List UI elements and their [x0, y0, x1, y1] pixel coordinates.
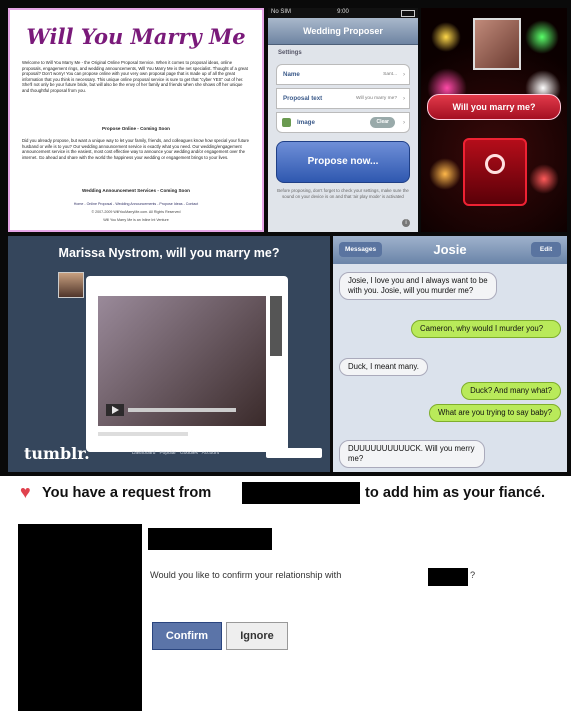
message-bubble: Cameron, why would I murder you? [411, 320, 561, 338]
video-post [86, 276, 288, 452]
name-row[interactable]: Name Sant... › [276, 64, 410, 85]
battery-icon [401, 10, 415, 17]
redacted-requester-name [148, 528, 272, 550]
image-row[interactable]: Image Clear › [276, 112, 410, 133]
confirm-question: Would you like to confirm your relations… [150, 570, 342, 580]
nav-dashboard[interactable]: Dashboard [132, 451, 155, 456]
play-icon[interactable] [106, 404, 124, 416]
message-bubble: What are you trying to say baby? [429, 404, 561, 422]
proposal-note: Before proposing, don't forget to check … [277, 188, 409, 199]
nav-goodies[interactable]: Goodies [180, 451, 198, 456]
fireworks-panel: Will you marry me? [421, 8, 567, 232]
announcement-heading: Wedding Announcement Services - Coming S… [82, 188, 190, 193]
image-icon [282, 118, 291, 127]
footer-links[interactable]: Home - Online Proposal - Wedding Announc… [10, 202, 262, 206]
clock: 9:00 [337, 9, 349, 15]
messages-nav: Messages Josie Edit [333, 236, 567, 264]
question-mark: ? [470, 570, 476, 580]
share-toolbar[interactable] [270, 296, 282, 356]
search-input[interactable] [266, 448, 322, 458]
messages-panel: Messages Josie Edit Josie, I love you an… [333, 236, 567, 472]
message-bubble: Duck? And many what? [461, 382, 561, 400]
video-progress-bar[interactable] [128, 408, 236, 412]
caption-text [98, 432, 188, 436]
chevron-right-icon: › [402, 95, 405, 102]
nav-title: Wedding Proposer [268, 18, 418, 45]
avatar[interactable] [58, 272, 84, 298]
heart-icon: ♥ [20, 482, 31, 502]
firework-icon [429, 158, 461, 190]
chevron-right-icon: › [402, 71, 405, 78]
chevron-right-icon: › [402, 119, 405, 126]
copyright: © 2007-2009 WillYouMarryMe.com. All Righ… [91, 210, 181, 214]
edit-button[interactable]: Edit [531, 242, 561, 257]
ring-box [463, 138, 527, 206]
request-suffix: to add him as your fiancé. [365, 485, 546, 501]
row-label: Proposal text [283, 95, 323, 102]
message-bubble: Duck, I meant many. [339, 358, 428, 376]
ring-icon [485, 154, 505, 174]
propose-online-heading: Propose Online - Coming Soon [102, 126, 170, 131]
announcement-paragraph: Did you already propose, but want a uniq… [22, 138, 250, 160]
ignore-button[interactable]: Ignore [226, 622, 288, 650]
row-value: Sant... [383, 72, 397, 77]
intro-paragraph: Welcome to Will You Marry Me - the Origi… [22, 60, 248, 93]
row-label: Image [297, 119, 315, 126]
proposal-text-row[interactable]: Proposal text Will you marry me? › [276, 88, 410, 109]
clear-button[interactable]: Clear [370, 117, 395, 128]
nav-popular[interactable]: Popular [159, 451, 176, 456]
firework-icon [431, 22, 461, 52]
message-bubble: Josie, I love you and I always want to b… [339, 272, 497, 300]
nav-account[interactable]: Account [202, 451, 219, 456]
redacted-recipient-name [428, 568, 468, 586]
tumblr-headline: Marissa Nystrom, will you marry me? [58, 246, 280, 260]
video-player[interactable] [98, 296, 266, 426]
confirm-button[interactable]: Confirm [152, 622, 222, 650]
proposal-photo [473, 18, 521, 70]
propose-now-button[interactable]: Propose now... [276, 141, 410, 183]
row-value: Will you marry me? [355, 96, 397, 101]
proposer-app-panel: No SIM 9:00 Wedding Proposer Settings Na… [268, 8, 418, 232]
tumblr-nav: Dashboard Popular Goodies Account [132, 451, 219, 456]
info-icon[interactable]: i [402, 219, 410, 227]
firework-icon [525, 20, 559, 54]
status-bar: No SIM 9:00 [268, 8, 418, 18]
settings-section-label: Settings [278, 50, 302, 56]
credit: Will You Marry Me is an Inline Int Ventu… [103, 218, 169, 222]
website-panel: Will You Marry Me Welcome to Will You Ma… [8, 8, 264, 232]
site-title: Will You Marry Me [26, 24, 246, 49]
tumblr-logo[interactable]: tumblr. [24, 444, 90, 463]
redacted-profile-photo [18, 524, 142, 711]
redacted-name [242, 482, 360, 504]
message-bubble: DUUUUUUUUUUCK. Will you merry me? [339, 440, 485, 468]
firework-icon [529, 164, 559, 194]
row-label: Name [283, 71, 300, 78]
request-prefix: You have a request from [42, 485, 212, 501]
tumblr-panel: Marissa Nystrom, will you marry me? tumb… [8, 236, 330, 472]
marry-me-banner: Will you marry me? [427, 94, 561, 120]
facebook-request-panel: ♥ You have a request from to add him as … [0, 476, 571, 711]
